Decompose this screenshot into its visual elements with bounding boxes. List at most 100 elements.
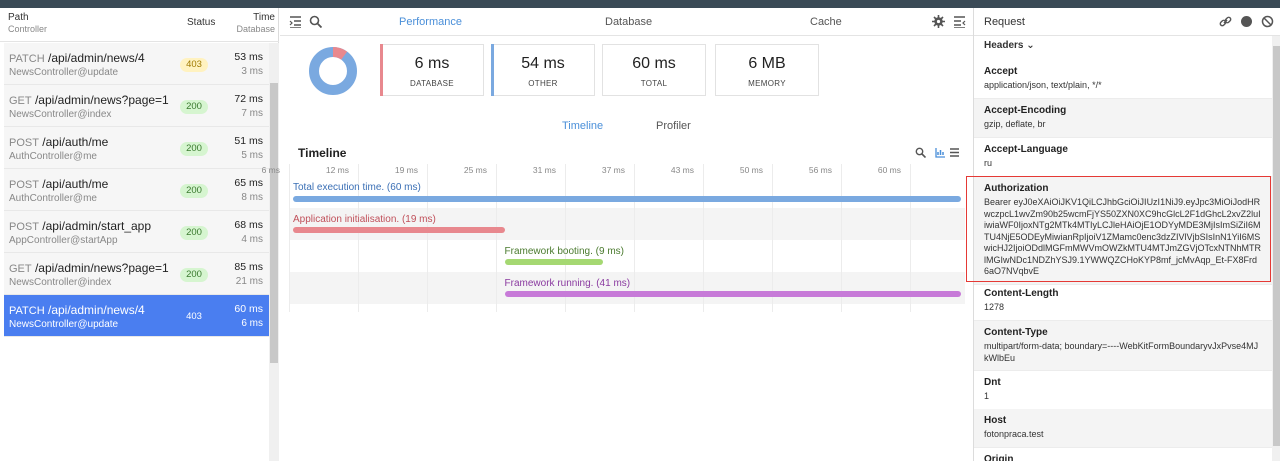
scrollbar-thumb[interactable] [270,83,278,363]
request-time: 65 ms [234,177,263,189]
request-path: POST /api/auth/me [9,177,108,191]
timeline-tick: 31 ms [533,164,566,312]
tick-label: 12 ms [325,165,349,175]
header-item: Accept application/json, text/plain, */* [974,60,1272,99]
request-row[interactable]: POST /api/auth/me AuthController@me 200 65 … [4,169,269,211]
request-url: /api/admin/news/4 [48,51,145,65]
record-icon[interactable] [1240,15,1253,28]
request-method: PATCH [9,305,45,317]
timeline-tick: 19 ms [395,164,428,312]
header-value[interactable]: 1 [984,391,1262,403]
request-row[interactable]: POST /api/auth/me AuthController@me 200 51 … [4,127,269,169]
request-path: POST /api/admin/start_app [9,219,151,233]
gear-icon[interactable] [932,15,945,28]
request-controller: NewsController@index [9,109,112,120]
tick-label: 25 ms [463,165,487,175]
timeline-tick: 37 ms [602,164,635,312]
header-value[interactable]: application/json, text/plain, */* [984,80,1262,92]
request-row[interactable]: PATCH /api/admin/news/4 NewsController@up… [4,295,269,337]
timeline-event-bar[interactable] [293,227,505,233]
request-method: PATCH [9,53,45,65]
request-db-time: 6 ms [241,318,263,329]
request-url: /api/admin/news?page=1 [34,93,169,107]
request-method: POST [9,179,39,191]
tick-label: 43 ms [670,165,694,175]
header-value[interactable]: fotonpraca.test [984,429,1262,441]
stat-card-database: 6 ms DATABASE [380,44,484,96]
request-controller: AuthController@me [9,193,97,204]
request-row[interactable]: POST /api/admin/start_app AppController@s… [4,211,269,253]
scrollbar-thumb[interactable] [1273,46,1280,446]
request-row[interactable]: GET /api/admin/news?page=1 NewsController… [4,253,269,295]
header-key: Host [984,415,1007,426]
header-key: Accept [984,66,1018,77]
tick-label: 60 ms [877,165,901,175]
browser-bookmarks-strip [0,0,1280,8]
timeline-tick: 56 ms [809,164,842,312]
request-path: GET /api/admin/news?page=1 [9,261,169,275]
header-value[interactable]: multipart/form-data; boundary=----WebKit… [984,341,1262,364]
tab-cache[interactable]: Cache [810,16,842,28]
timeline-event-bar[interactable] [293,196,961,202]
col-status-header[interactable]: Status [187,17,215,28]
header-value[interactable]: 1278 [984,302,1262,314]
request-path: PATCH /api/admin/news/4 [9,303,145,317]
request-controller: NewsController@update [9,67,119,78]
request-path: GET /api/admin/news?page=1 [9,93,169,107]
header-value[interactable]: gzip, deflate, br [984,119,1262,131]
col-database-subheader: Database [236,24,275,34]
list-view-icon[interactable] [949,147,960,158]
header-item: Content-Type multipart/form-data; boundar… [974,321,1272,371]
clear-icon[interactable] [1261,15,1274,28]
header-item: Host fotonpraca.test [974,409,1272,448]
timeline-event-label: Framework booting. (9 ms) [504,246,625,257]
subtab-timeline[interactable]: Timeline [562,120,603,132]
status-badge: 200 [180,100,208,114]
request-panel-scrollbar[interactable] [1272,36,1280,461]
timeline-tick: 25 ms [464,164,497,312]
stat-label: MEMORY [748,79,786,88]
link-icon[interactable] [1219,15,1232,28]
request-db-time: 7 ms [241,108,263,119]
collapse-sidebar-icon[interactable] [289,15,302,28]
header-key: Content-Length [984,288,1059,299]
status-badge: 200 [180,142,208,156]
timeline-title: Timeline [298,146,347,160]
tab-database[interactable]: Database [605,16,652,28]
timeline-event-label: Total execution time. (60 ms) [293,182,421,193]
col-path-header[interactable]: Path [8,12,29,23]
header-value[interactable]: ru [984,158,1262,170]
tab-performance[interactable]: Performance [399,16,462,28]
request-method: GET [9,263,32,275]
tick-label: 6 ms [261,165,280,175]
request-controller: AuthController@me [9,151,97,162]
status-badge: 200 [180,268,208,282]
request-time: 72 ms [234,93,263,105]
request-url: /api/admin/news/4 [48,303,145,317]
headers-section-toggle[interactable]: Headers ⌄ [984,40,1035,51]
request-url: /api/auth/me [42,135,109,149]
request-row[interactable]: GET /api/admin/news?page=1 NewsController… [4,85,269,127]
request-method: POST [9,221,39,233]
request-db-time: 21 ms [235,276,263,287]
timeline-search-icon[interactable] [915,147,926,158]
tick-label: 50 ms [739,165,763,175]
search-icon[interactable] [309,15,322,28]
request-path: POST /api/auth/me [9,135,108,149]
request-controller: AppController@startApp [9,235,118,246]
requests-header: Path Controller Status Time Database [0,8,279,42]
stat-value: 54 ms [521,55,565,72]
header-key: Dnt [984,377,1001,388]
request-list-scrollbar[interactable] [269,43,279,461]
col-time-header[interactable]: Time [253,12,275,23]
header-item: Accept-Encoding gzip, deflate, br [974,99,1272,138]
chart-view-icon[interactable] [935,147,946,158]
timeline-event-bar[interactable] [504,291,961,297]
request-time: 85 ms [234,261,263,273]
subtab-profiler[interactable]: Profiler [656,120,691,132]
stat-label: TOTAL [640,79,668,88]
expand-panel-icon[interactable] [953,15,966,28]
col-controller-subheader: Controller [8,24,48,34]
timeline-event-bar[interactable] [504,259,603,265]
request-row[interactable]: PATCH /api/admin/news/4 NewsController@up… [4,43,269,85]
